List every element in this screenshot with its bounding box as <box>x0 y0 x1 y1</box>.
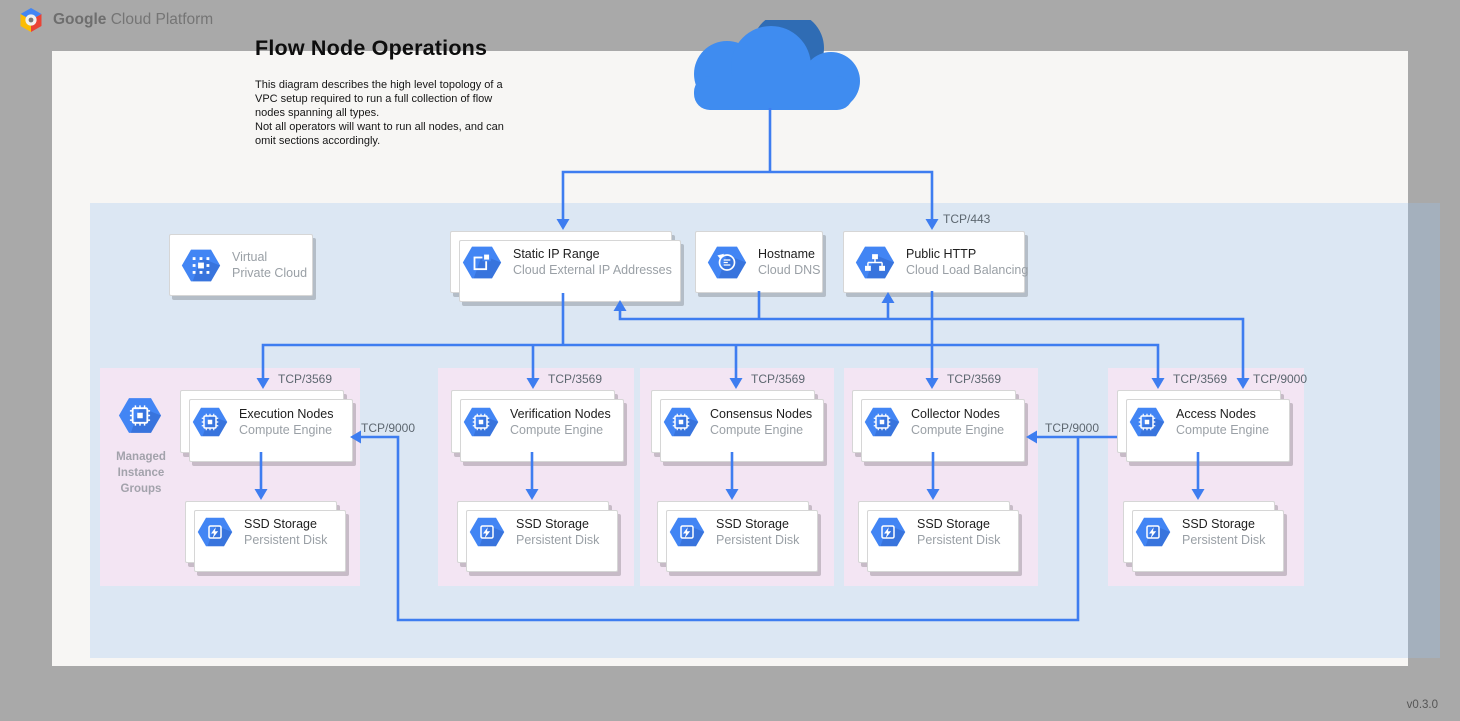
execution-nodes-card: Execution Nodes Compute Engine <box>180 390 344 453</box>
access-nodes-card: Access Nodes Compute Engine <box>1117 390 1281 453</box>
node-card-subtitle: Compute Engine <box>911 423 1004 437</box>
external-ip-icon <box>462 245 502 280</box>
node-card-title: Consensus Nodes <box>710 407 812 421</box>
storage-card-title: SSD Storage <box>917 517 1000 531</box>
header: Google Cloud Platform <box>18 7 213 33</box>
node-card-subtitle: Compute Engine <box>510 423 611 437</box>
port-label-consensus-3569: TCP/3569 <box>751 372 805 386</box>
hostname-title: Hostname <box>758 247 821 261</box>
port-label-execution-3569: TCP/3569 <box>278 372 332 386</box>
node-card-subtitle: Compute Engine <box>239 423 334 437</box>
node-card-title: Execution Nodes <box>239 407 334 421</box>
static-ip-range-card: Static IP Range Cloud External IP Addres… <box>450 231 672 293</box>
port-label-collector-3569: TCP/3569 <box>947 372 1001 386</box>
vpc-icon <box>181 248 221 283</box>
storage-card-title: SSD Storage <box>244 517 327 531</box>
storage-card-subtitle: Persistent Disk <box>516 533 599 547</box>
node-card-subtitle: Compute Engine <box>1176 423 1269 437</box>
vpc-card-label: Virtual Private Cloud <box>232 250 307 281</box>
public-http-title: Public HTTP <box>906 247 1024 261</box>
port-label-execution-9000: TCP/9000 <box>361 421 415 435</box>
consensus-nodes-card: Consensus Nodes Compute Engine <box>651 390 815 453</box>
compute-engine-icon <box>663 406 699 438</box>
storage-card-subtitle: Persistent Disk <box>716 533 799 547</box>
storage-card-subtitle: Persistent Disk <box>1182 533 1265 547</box>
verification-nodes-card: Verification Nodes Compute Engine <box>451 390 615 453</box>
managed-instance-group-icon <box>118 396 162 435</box>
consensus-storage-card: SSD Storage Persistent Disk <box>657 501 809 563</box>
cloud-icon <box>681 20 866 110</box>
diagram-description: This diagram describes the high level to… <box>255 79 555 149</box>
storage-card-title: SSD Storage <box>516 517 599 531</box>
storage-card-title: SSD Storage <box>716 517 799 531</box>
execution-storage-card: SSD Storage Persistent Disk <box>185 501 337 563</box>
port-label-collector-9000: TCP/9000 <box>1045 421 1099 435</box>
compute-engine-icon <box>864 406 900 438</box>
node-card-title: Collector Nodes <box>911 407 1004 421</box>
node-card-title: Verification Nodes <box>510 407 611 421</box>
port-label-access-3569: TCP/3569 <box>1173 372 1227 386</box>
brand-text: Google Cloud Platform <box>53 11 213 29</box>
compute-engine-icon <box>463 406 499 438</box>
managed-instance-groups-label: Managed Instance Groups <box>93 449 189 497</box>
persistent-disk-icon <box>469 516 505 548</box>
cloud-dns-icon <box>707 245 747 280</box>
port-label-access-9000: TCP/9000 <box>1253 372 1307 386</box>
persistent-disk-icon <box>1135 516 1171 548</box>
hostname-subtitle: Cloud DNS <box>758 263 821 277</box>
compute-engine-icon <box>192 406 228 438</box>
storage-card-title: SSD Storage <box>1182 517 1265 531</box>
collector-nodes-card: Collector Nodes Compute Engine <box>852 390 1016 453</box>
hostname-card: Hostname Cloud DNS <box>695 231 823 293</box>
verification-storage-card: SSD Storage Persistent Disk <box>457 501 609 563</box>
collector-storage-card: SSD Storage Persistent Disk <box>858 501 1010 563</box>
brand-google: Google <box>53 11 106 28</box>
public-http-card: Public HTTP Cloud Load Balancing <box>843 231 1025 293</box>
load-balancer-icon <box>855 245 895 280</box>
port-label-verification-3569: TCP/3569 <box>548 372 602 386</box>
persistent-disk-icon <box>870 516 906 548</box>
persistent-disk-icon <box>669 516 705 548</box>
storage-card-subtitle: Persistent Disk <box>917 533 1000 547</box>
version-label: v0.3.0 <box>1346 699 1438 711</box>
persistent-disk-icon <box>197 516 233 548</box>
node-card-title: Access Nodes <box>1176 407 1269 421</box>
gcp-logo-icon <box>18 7 44 33</box>
virtual-private-cloud-card: Virtual Private Cloud <box>169 234 313 296</box>
compute-engine-icon <box>1129 406 1165 438</box>
diagram-page: Google Cloud Platform Flow Node Operatio… <box>0 0 1460 721</box>
access-storage-card: SSD Storage Persistent Disk <box>1123 501 1275 563</box>
storage-card-subtitle: Persistent Disk <box>244 533 327 547</box>
static-ip-title: Static IP Range <box>513 247 671 261</box>
static-ip-subtitle: Cloud External IP Addresses <box>513 263 671 277</box>
node-card-subtitle: Compute Engine <box>710 423 812 437</box>
diagram-title: Flow Node Operations <box>255 36 487 61</box>
public-http-subtitle: Cloud Load Balancing <box>906 263 1024 277</box>
brand-cloud-platform: Cloud Platform <box>111 11 214 28</box>
port-label-https: TCP/443 <box>943 212 990 226</box>
